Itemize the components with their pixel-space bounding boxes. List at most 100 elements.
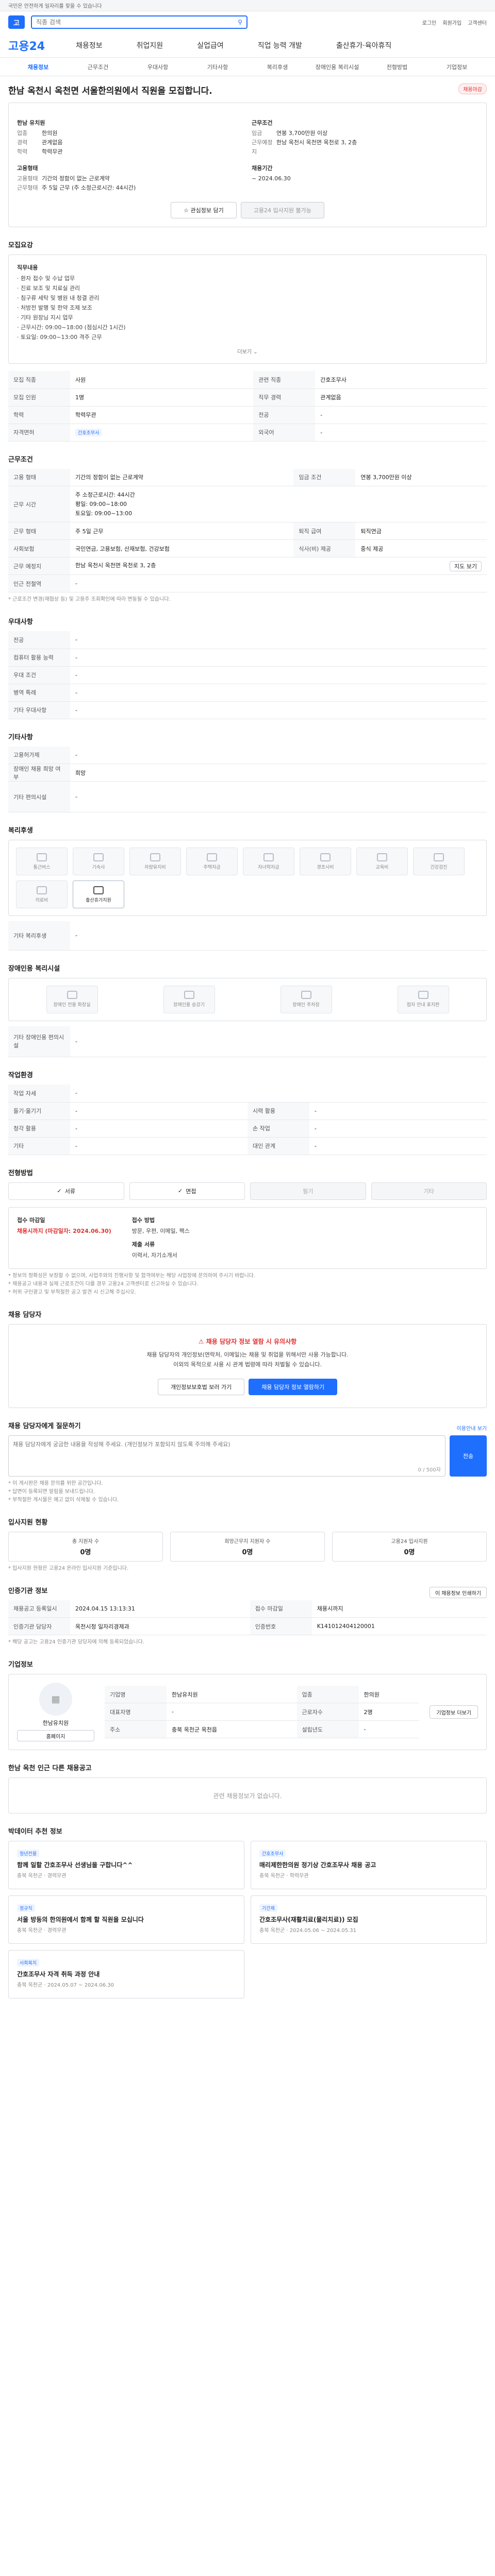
section-similar: 한남 옥천 인근 다른 채용공고 관련 채용정보가 없습니다. [8, 1762, 487, 1814]
gnb-item[interactable]: 채용정보 [76, 40, 103, 50]
guide-link[interactable]: 이용안내 보기 [457, 1424, 487, 1432]
recruit-table: 모집 직종 사원 관련 직종 간호조무사 모집 인원 1명 직무 경력 관계없음 학력 학력무… [8, 371, 487, 442]
house-icon [207, 853, 217, 861]
gnb-item[interactable]: 실업급여 [197, 40, 224, 50]
welfare-item: 건강검진 [413, 848, 465, 875]
bus-icon [37, 853, 47, 861]
global-nav: 고용24 채용정보 취업지원 실업급여 직업 능력 개발 출산휴가·육아휴직 [0, 33, 495, 58]
section-info: 인증기관 정보 이 채용정보 인쇄하기 채용공고 등록일시 2024.04.15 … [8, 1585, 487, 1647]
section-contact: 채용 담당자 ⚠ 채용 담당자 정보 열람 시 유의사항 채용 담당자의 개인정… [8, 1309, 487, 1408]
gift-icon [320, 853, 331, 861]
section-screening: 전형방법 ✓ 서류 ✓ 면접 필기 기타 접수 마감일 채용시까지 (마감일자: 2… [8, 1167, 487, 1297]
recommend-card[interactable]: 사회복지 간호조무사 자격 취득 과정 안내 충북 옥천군 · 2024.05.07… [8, 1950, 244, 1998]
tab-prefer[interactable]: 우대사항 [128, 63, 188, 71]
car-icon [150, 853, 160, 861]
section-channels: 입사지원 현황 총 지원자 수 0명 희망근무지 지원자 수 0명 고용24 입사지… [8, 1517, 487, 1573]
check-icon: ✓ [57, 1188, 62, 1194]
welfare-item: 주택자금 [186, 848, 238, 875]
braille-icon [418, 991, 428, 999]
medical-icon [37, 886, 47, 894]
section-prefer: 우대사항 전공 - 컴퓨터 활용 능력 - 우대 조건 - 병역 특례 - 기타 우대사… [8, 616, 487, 719]
facility-item: 장애인용 승강기 [163, 985, 215, 1013]
recommend-card[interactable]: 청년전용 함께 일할 간호조무사 선생님을 구합니다^^ 충북 옥천군 · 경력무관 [8, 1841, 244, 1889]
tab-welfare[interactable]: 복리후생 [248, 63, 307, 71]
method-interview: ✓ 면접 [129, 1182, 245, 1200]
health-icon [434, 853, 444, 861]
recommend-card[interactable]: 기간제 간호조무사(재활치료(물리치료)) 모집 충북 옥천군 · 2024.05.… [251, 1895, 487, 1944]
more-button[interactable]: 더보기 ⌄ [17, 347, 478, 355]
building-icon [93, 853, 104, 861]
company-logo-icon: ▦ [39, 1683, 72, 1716]
baby-icon [93, 886, 104, 894]
gnb-item[interactable]: 취업지원 [137, 40, 163, 50]
view-contact-button[interactable]: 채용 담당자 정보 열람하기 [249, 1378, 338, 1395]
util-links: 로그인 회원가입 고객센터 [422, 19, 487, 26]
section-inquiry: 채용 담당자에게 질문하기 이용안내 보기 0 / 500자 전송 * 이 게시… [8, 1420, 487, 1504]
chevron-down-icon: ⌄ [253, 349, 258, 355]
status-badge: 채용마감 [458, 83, 487, 94]
book-icon [263, 853, 274, 861]
inquiry-submit-button[interactable]: 전송 [450, 1435, 487, 1477]
method-other: 기타 [371, 1182, 487, 1200]
util-help[interactable]: 고객센터 [468, 19, 487, 26]
job-title: 한남 옥천시 옥천면 서울한의원에서 직원을 모집합니다. [8, 86, 212, 96]
alert-icon: ⚠ [198, 1337, 206, 1345]
job-description: · 환자 접수 및 수납 업무 · 진료 보조 및 치료실 관리 · 침구류 세탁 … [17, 275, 126, 341]
search-input[interactable] [36, 19, 235, 26]
job-header: 한남 옥천시 옥천면 서울한의원에서 직원을 모집합니다. 채용마감 [8, 83, 487, 96]
check-icon: ✓ [178, 1188, 183, 1194]
apply-button[interactable]: 고용24 입사지원 불가능 [240, 202, 324, 218]
welfare-item: 기숙사 [73, 848, 124, 875]
section-worker: 작업환경 작업 자세 - 들기·옮기기 - 시력 활용 - 청각 활용 - 손 작업 - 기타… [8, 1070, 487, 1155]
top-notice: 국민은 안전하게 일자리를 찾을 수 있습니다 [8, 4, 102, 9]
toilet-icon [67, 991, 77, 999]
screening-methods: ✓ 서류 ✓ 면접 필기 기타 [8, 1182, 487, 1200]
section-company: 기업정보 ▦ 한남유치원 홈페이지 기업명 한남유치원 업종 한의원 대표자명 - 근로자… [8, 1659, 487, 1750]
facility-item: 장애인 주차장 [280, 985, 332, 1013]
scrap-button[interactable]: ☆ 관심정보 담기 [171, 202, 237, 218]
tab-conditions[interactable]: 근무조건 [68, 63, 128, 71]
recruit-period: ~ 2024.06.30 [252, 175, 291, 182]
map-button[interactable]: 지도 보기 [450, 561, 482, 571]
job-summary-card: 한남 유치원 업종 한의원 경력 관계없음 학력 학력무관 고용형태 고용형태 기간의 … [8, 103, 487, 227]
brand-name[interactable]: 고용24 [8, 37, 45, 54]
section-etc: 기타사항 고용허가제 - 장애인 채용 희망 여부 희망 기타 편의시설 - [8, 732, 487, 812]
gnb-item[interactable]: 출산휴가·육아휴직 [336, 40, 392, 50]
section-recruit: 모집요강 직무내용 · 환자 접수 및 수납 업무 · 진료 보조 및 치료실 관… [8, 240, 487, 442]
inquiry-textarea[interactable] [13, 1439, 441, 1465]
welfare-item: 통근버스 [16, 848, 68, 875]
facility-item: 점자 안내 표지판 [397, 985, 449, 1013]
method-docs: ✓ 서류 [8, 1182, 124, 1200]
welfare-item: 교육비 [356, 848, 408, 875]
tab-recruit[interactable]: 채용정보 [8, 63, 68, 71]
search-icon[interactable]: ⚲ [238, 19, 242, 26]
section-welfare: 복리후생 통근버스 기숙사 차량유지비 주택자금 자녀학자금 경조사비 교육비 … [8, 825, 487, 951]
util-signup[interactable]: 회원가입 [442, 19, 461, 26]
welfare-item: 의료비 [16, 880, 68, 908]
welfare-item: 자녀학자금 [243, 848, 294, 875]
parking-icon [301, 991, 311, 999]
summary-left: 한남 유치원 업종 한의원 경력 관계없음 학력 학력무관 고용형태 고용형태 기간의 … [17, 118, 243, 193]
welfare-item-active: 출산휴가지원 [73, 880, 124, 908]
section-tabs: 채용정보 근무조건 우대사항 기타사항 복리후생 장애인용 복리시설 전형방법 … [0, 58, 495, 76]
homepage-button[interactable]: 홈페이지 [17, 1730, 94, 1741]
section-facility: 장애인용 복리시설 장애인 전용 화장실 장애인용 승강기 장애인 주차장 점자… [8, 963, 487, 1057]
elevator-icon [184, 991, 194, 999]
print-button[interactable]: 이 채용정보 인쇄하기 [429, 1587, 487, 1598]
company-more-button[interactable]: 기업정보 더보기 [430, 1705, 478, 1719]
util-login[interactable]: 로그인 [422, 19, 437, 26]
recommend-card[interactable]: 정규직 서울 방동의 한의원에서 함께 할 직원을 모십니다 충북 옥천군 · 경력… [8, 1895, 244, 1944]
site-logo[interactable]: 고 [8, 15, 25, 29]
recommend-card[interactable]: 간호조무사 매리제한한의원 정기상 간호조무사 채용 공고 충북 옥천군 · 학력무… [251, 1841, 487, 1889]
facility-item: 장애인 전용 화장실 [46, 985, 98, 1013]
tab-etc[interactable]: 기타사항 [188, 63, 248, 71]
top-notice-bar: 국민은 안전하게 일자리를 찾을 수 있습니다 [0, 0, 495, 11]
search-box[interactable]: ⚲ [31, 15, 248, 29]
gnb-item[interactable]: 직업 능력 개발 [258, 40, 302, 50]
tab-facility[interactable]: 장애인용 복리시설 [307, 63, 367, 71]
summary-right: 근무조건 임금 연봉 3,700만원 이상 근무예정지 한남 옥천시 옥천면 옥천로… [252, 118, 478, 193]
privacy-law-button[interactable]: 개인정보보호법 보러 가기 [157, 1378, 245, 1395]
welfare-grid: 통근버스 기숙사 차량유지비 주택자금 자녀학자금 경조사비 교육비 건강검진 … [9, 840, 486, 916]
tab-company[interactable]: 기업정보 [427, 63, 487, 71]
tab-screening[interactable]: 전형방법 [367, 63, 427, 71]
